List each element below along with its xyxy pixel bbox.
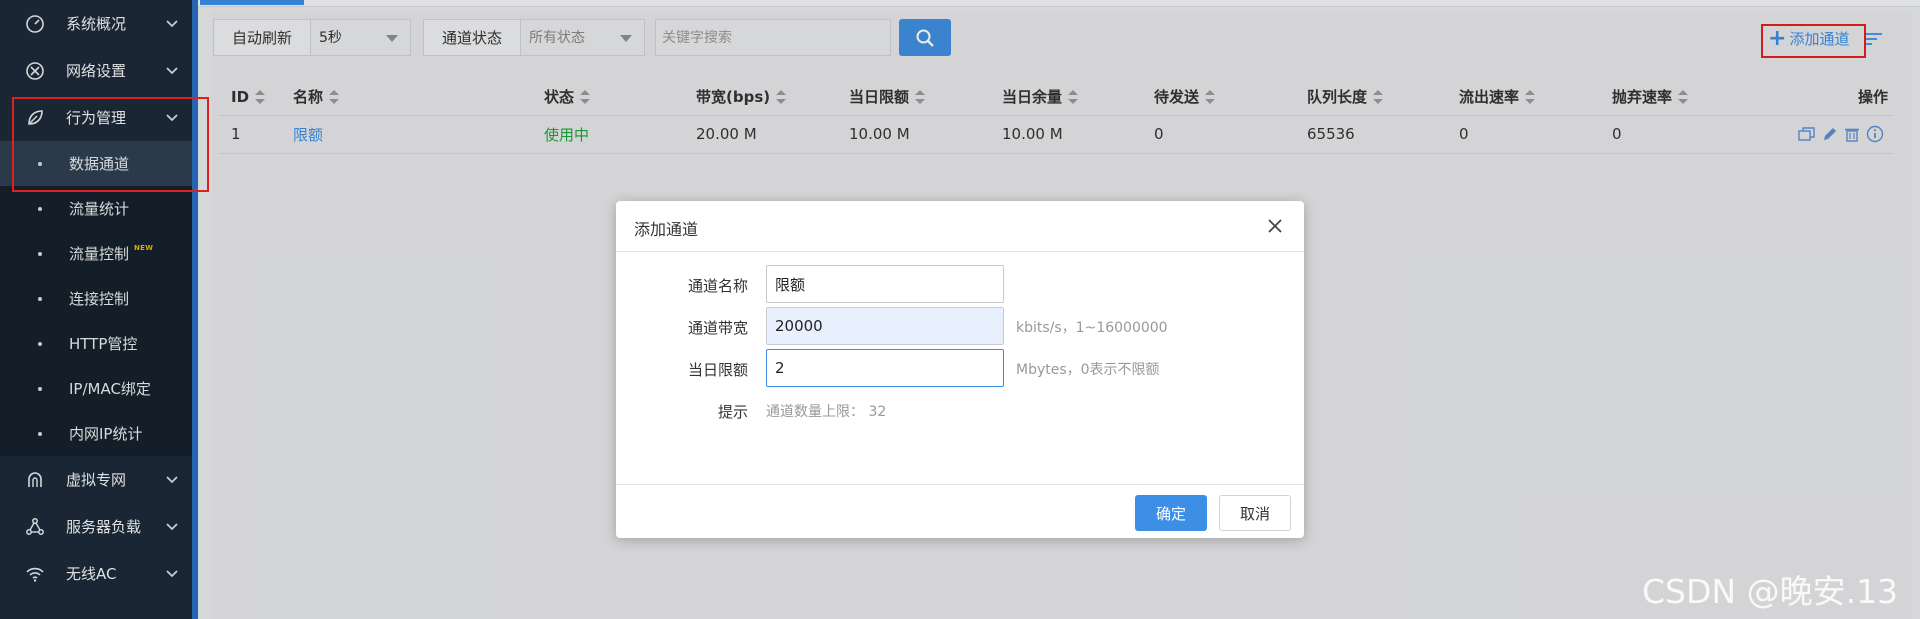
channel-name-label: 通道名称 (687, 277, 748, 295)
channel-name-input[interactable] (766, 265, 1004, 303)
close-icon[interactable] (1266, 217, 1284, 235)
daily-limit-input[interactable] (766, 349, 1004, 387)
form-row-daily-limit: 当日限额 Mbytes，0表示不限额 (616, 349, 1304, 387)
tip-text: 通道数量上限： 32 (766, 404, 887, 420)
confirm-button[interactable]: 确定 (1135, 495, 1207, 531)
watermark: CSDN @晚安.13 (1642, 572, 1899, 611)
dialog-header: 添加通道 (616, 201, 1304, 252)
form-row-tip: 提示 通道数量上限： 32 (616, 391, 1304, 429)
channel-bandwidth-label: 通道带宽 (687, 319, 748, 337)
form-row-channel-bandwidth: 通道带宽 kbits/s，1~16000000 (616, 307, 1304, 345)
tip-label: 提示 (717, 403, 748, 421)
bandwidth-hint: kbits/s，1~16000000 (1016, 320, 1168, 336)
form-row-channel-name: 通道名称 (616, 265, 1304, 303)
channel-bandwidth-input[interactable] (766, 307, 1004, 345)
dialog-title: 添加通道 (634, 220, 699, 239)
dialog-footer: 确定 取消 (616, 484, 1304, 538)
daily-limit-label: 当日限额 (687, 361, 748, 379)
cancel-button[interactable]: 取消 (1219, 495, 1291, 531)
add-channel-dialog: 添加通道 通道名称 通道带宽 kbits/s，1~16000000 当日限额 M… (616, 201, 1304, 538)
daily-limit-hint: Mbytes，0表示不限额 (1016, 362, 1160, 378)
